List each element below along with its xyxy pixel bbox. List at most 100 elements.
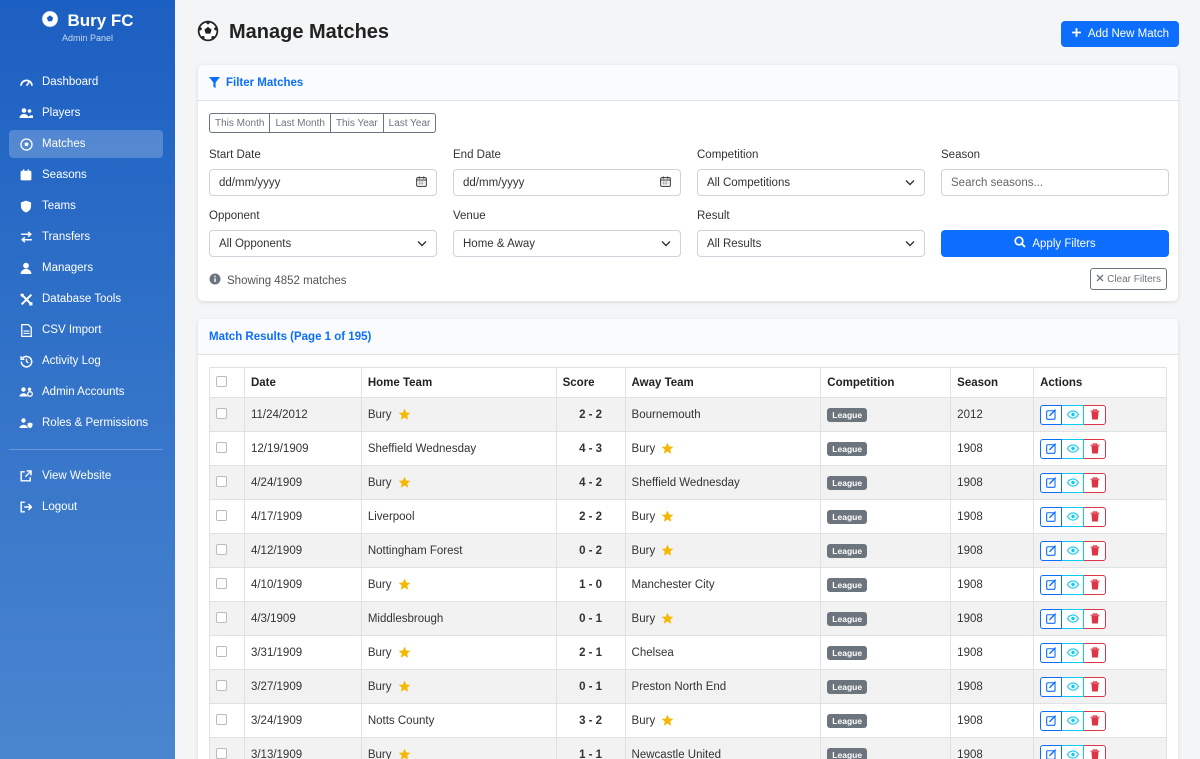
quick-filter-this-year[interactable]: This Year — [330, 113, 384, 133]
result-select[interactable]: All Results — [697, 230, 925, 257]
row-checkbox[interactable] — [216, 611, 227, 623]
home-team: Bury — [368, 578, 411, 591]
sidebar-item-dashboard[interactable]: Dashboard — [9, 68, 163, 96]
home-team: Notts County — [368, 715, 434, 727]
clear-filters-button[interactable]: Clear Filters — [1090, 268, 1167, 290]
column-header-season[interactable]: Season — [950, 367, 1035, 398]
quick-filter-this-month[interactable]: This Month — [209, 113, 271, 133]
delete-button[interactable] — [1084, 540, 1107, 561]
view-button[interactable] — [1062, 642, 1085, 663]
row-checkbox[interactable] — [216, 577, 227, 589]
view-button[interactable] — [1062, 574, 1085, 595]
view-button[interactable] — [1062, 404, 1085, 425]
row-checkbox[interactable] — [216, 747, 227, 759]
select-all-checkbox[interactable] — [216, 375, 227, 387]
star-icon — [398, 408, 411, 421]
delete-button[interactable] — [1084, 676, 1107, 697]
sidebar-item-matches[interactable]: Matches — [9, 130, 163, 158]
action-buttons — [1040, 744, 1107, 759]
sidebar-item-database-tools[interactable]: Database Tools — [9, 285, 163, 313]
edit-button[interactable] — [1040, 744, 1063, 759]
delete-button[interactable] — [1084, 744, 1107, 759]
row-checkbox[interactable] — [216, 407, 227, 419]
apply-filters-button[interactable]: Apply Filters — [941, 230, 1169, 257]
quick-filter-last-month[interactable]: Last Month — [270, 113, 331, 133]
sidebar-item-transfers[interactable]: Transfers — [9, 223, 163, 251]
row-checkbox[interactable] — [216, 475, 227, 487]
season-search-input[interactable]: Search seasons... — [941, 169, 1169, 196]
sidebar-item-roles-and-permissions[interactable]: Roles & Permissions — [9, 409, 163, 437]
delete-button[interactable] — [1084, 472, 1107, 493]
edit-button[interactable] — [1040, 642, 1063, 663]
brand-name: Bury FC — [67, 10, 134, 30]
column-header-date[interactable]: Date — [243, 367, 362, 398]
column-header-home-team[interactable]: Home Team — [360, 367, 557, 398]
score-cell: 0 - 1 — [555, 669, 626, 704]
score-cell: 1 - 1 — [555, 737, 626, 759]
edit-button[interactable] — [1040, 676, 1063, 697]
edit-button[interactable] — [1040, 574, 1063, 595]
view-button[interactable] — [1062, 676, 1085, 697]
sidebar-item-activity-log[interactable]: Activity Log — [9, 347, 163, 375]
column-header-competition[interactable]: Competition — [820, 367, 952, 398]
view-button[interactable] — [1062, 540, 1085, 561]
column-header-score[interactable]: Score — [555, 367, 626, 398]
edit-button[interactable] — [1040, 608, 1063, 629]
row-checkbox[interactable] — [216, 441, 227, 453]
delete-button[interactable] — [1084, 506, 1107, 527]
delete-button[interactable] — [1084, 608, 1107, 629]
delete-button[interactable] — [1084, 574, 1107, 595]
quick-filter-last-year[interactable]: Last Year — [383, 113, 437, 133]
edit-button[interactable] — [1040, 472, 1063, 493]
row-checkbox[interactable] — [216, 645, 227, 657]
row-select-cell — [209, 397, 245, 432]
sidebar-item-admin-accounts[interactable]: Admin Accounts — [9, 378, 163, 406]
row-checkbox[interactable] — [216, 543, 227, 555]
sidebar-item-managers[interactable]: Managers — [9, 254, 163, 282]
away-team: Bournemouth — [632, 409, 701, 421]
row-checkbox[interactable] — [216, 713, 227, 725]
column-header-away-team[interactable]: Away Team — [624, 367, 822, 398]
view-button[interactable] — [1062, 710, 1085, 731]
start-date-input[interactable]: dd/mm/yyyy — [209, 169, 437, 196]
view-button[interactable] — [1062, 608, 1085, 629]
sidebar-item-logout[interactable]: Logout — [9, 493, 163, 521]
end-date-input[interactable]: dd/mm/yyyy — [453, 169, 681, 196]
away-team-cell: Bury — [624, 499, 822, 534]
edit-button[interactable] — [1040, 506, 1063, 527]
calendar-icon — [416, 176, 427, 190]
delete-button[interactable] — [1084, 404, 1107, 425]
competition-select[interactable]: All Competitions — [697, 169, 925, 196]
edit-icon — [1045, 749, 1057, 759]
edit-button[interactable] — [1040, 710, 1063, 731]
delete-button[interactable] — [1084, 642, 1107, 663]
row-checkbox[interactable] — [216, 509, 227, 521]
edit-button[interactable] — [1040, 404, 1063, 425]
view-button[interactable] — [1062, 744, 1085, 759]
table-row: 12/19/1909 Sheffield Wednesday 4 - 3 Bury Le… — [209, 431, 1167, 466]
edit-button[interactable] — [1040, 438, 1063, 459]
away-team-name: Bury — [631, 510, 656, 523]
view-button[interactable] — [1062, 438, 1085, 459]
venue-select[interactable]: Home & Away — [453, 230, 681, 257]
sidebar-item-view-website[interactable]: View Website — [9, 462, 163, 490]
sidebar-item-csv-import[interactable]: CSV Import — [9, 316, 163, 344]
home-team: Bury — [368, 748, 411, 759]
matches-table-body: 11/24/2012 Bury 2 - 2 Bournemouth League 2012… — [209, 397, 1167, 759]
sidebar-item-seasons[interactable]: Seasons — [9, 161, 163, 189]
row-checkbox[interactable] — [216, 679, 227, 691]
competition-value: All Competitions — [707, 176, 791, 189]
away-team: Sheffield Wednesday — [632, 477, 740, 489]
edit-button[interactable] — [1040, 540, 1063, 561]
brand-subtitle: Admin Panel — [61, 33, 114, 43]
sidebar-item-players[interactable]: Players — [9, 99, 163, 127]
opponent-select[interactable]: All Opponents — [209, 230, 437, 257]
results-card: Match Results (Page 1 of 195) Date Home … — [198, 319, 1178, 759]
view-button[interactable] — [1062, 472, 1085, 493]
add-new-match-button[interactable]: Add New Match — [1060, 21, 1179, 47]
sidebar-item-teams[interactable]: Teams — [9, 192, 163, 220]
delete-button[interactable] — [1084, 710, 1107, 731]
delete-button[interactable] — [1084, 438, 1107, 459]
view-button[interactable] — [1062, 506, 1085, 527]
score-cell: 1 - 0 — [555, 567, 626, 602]
